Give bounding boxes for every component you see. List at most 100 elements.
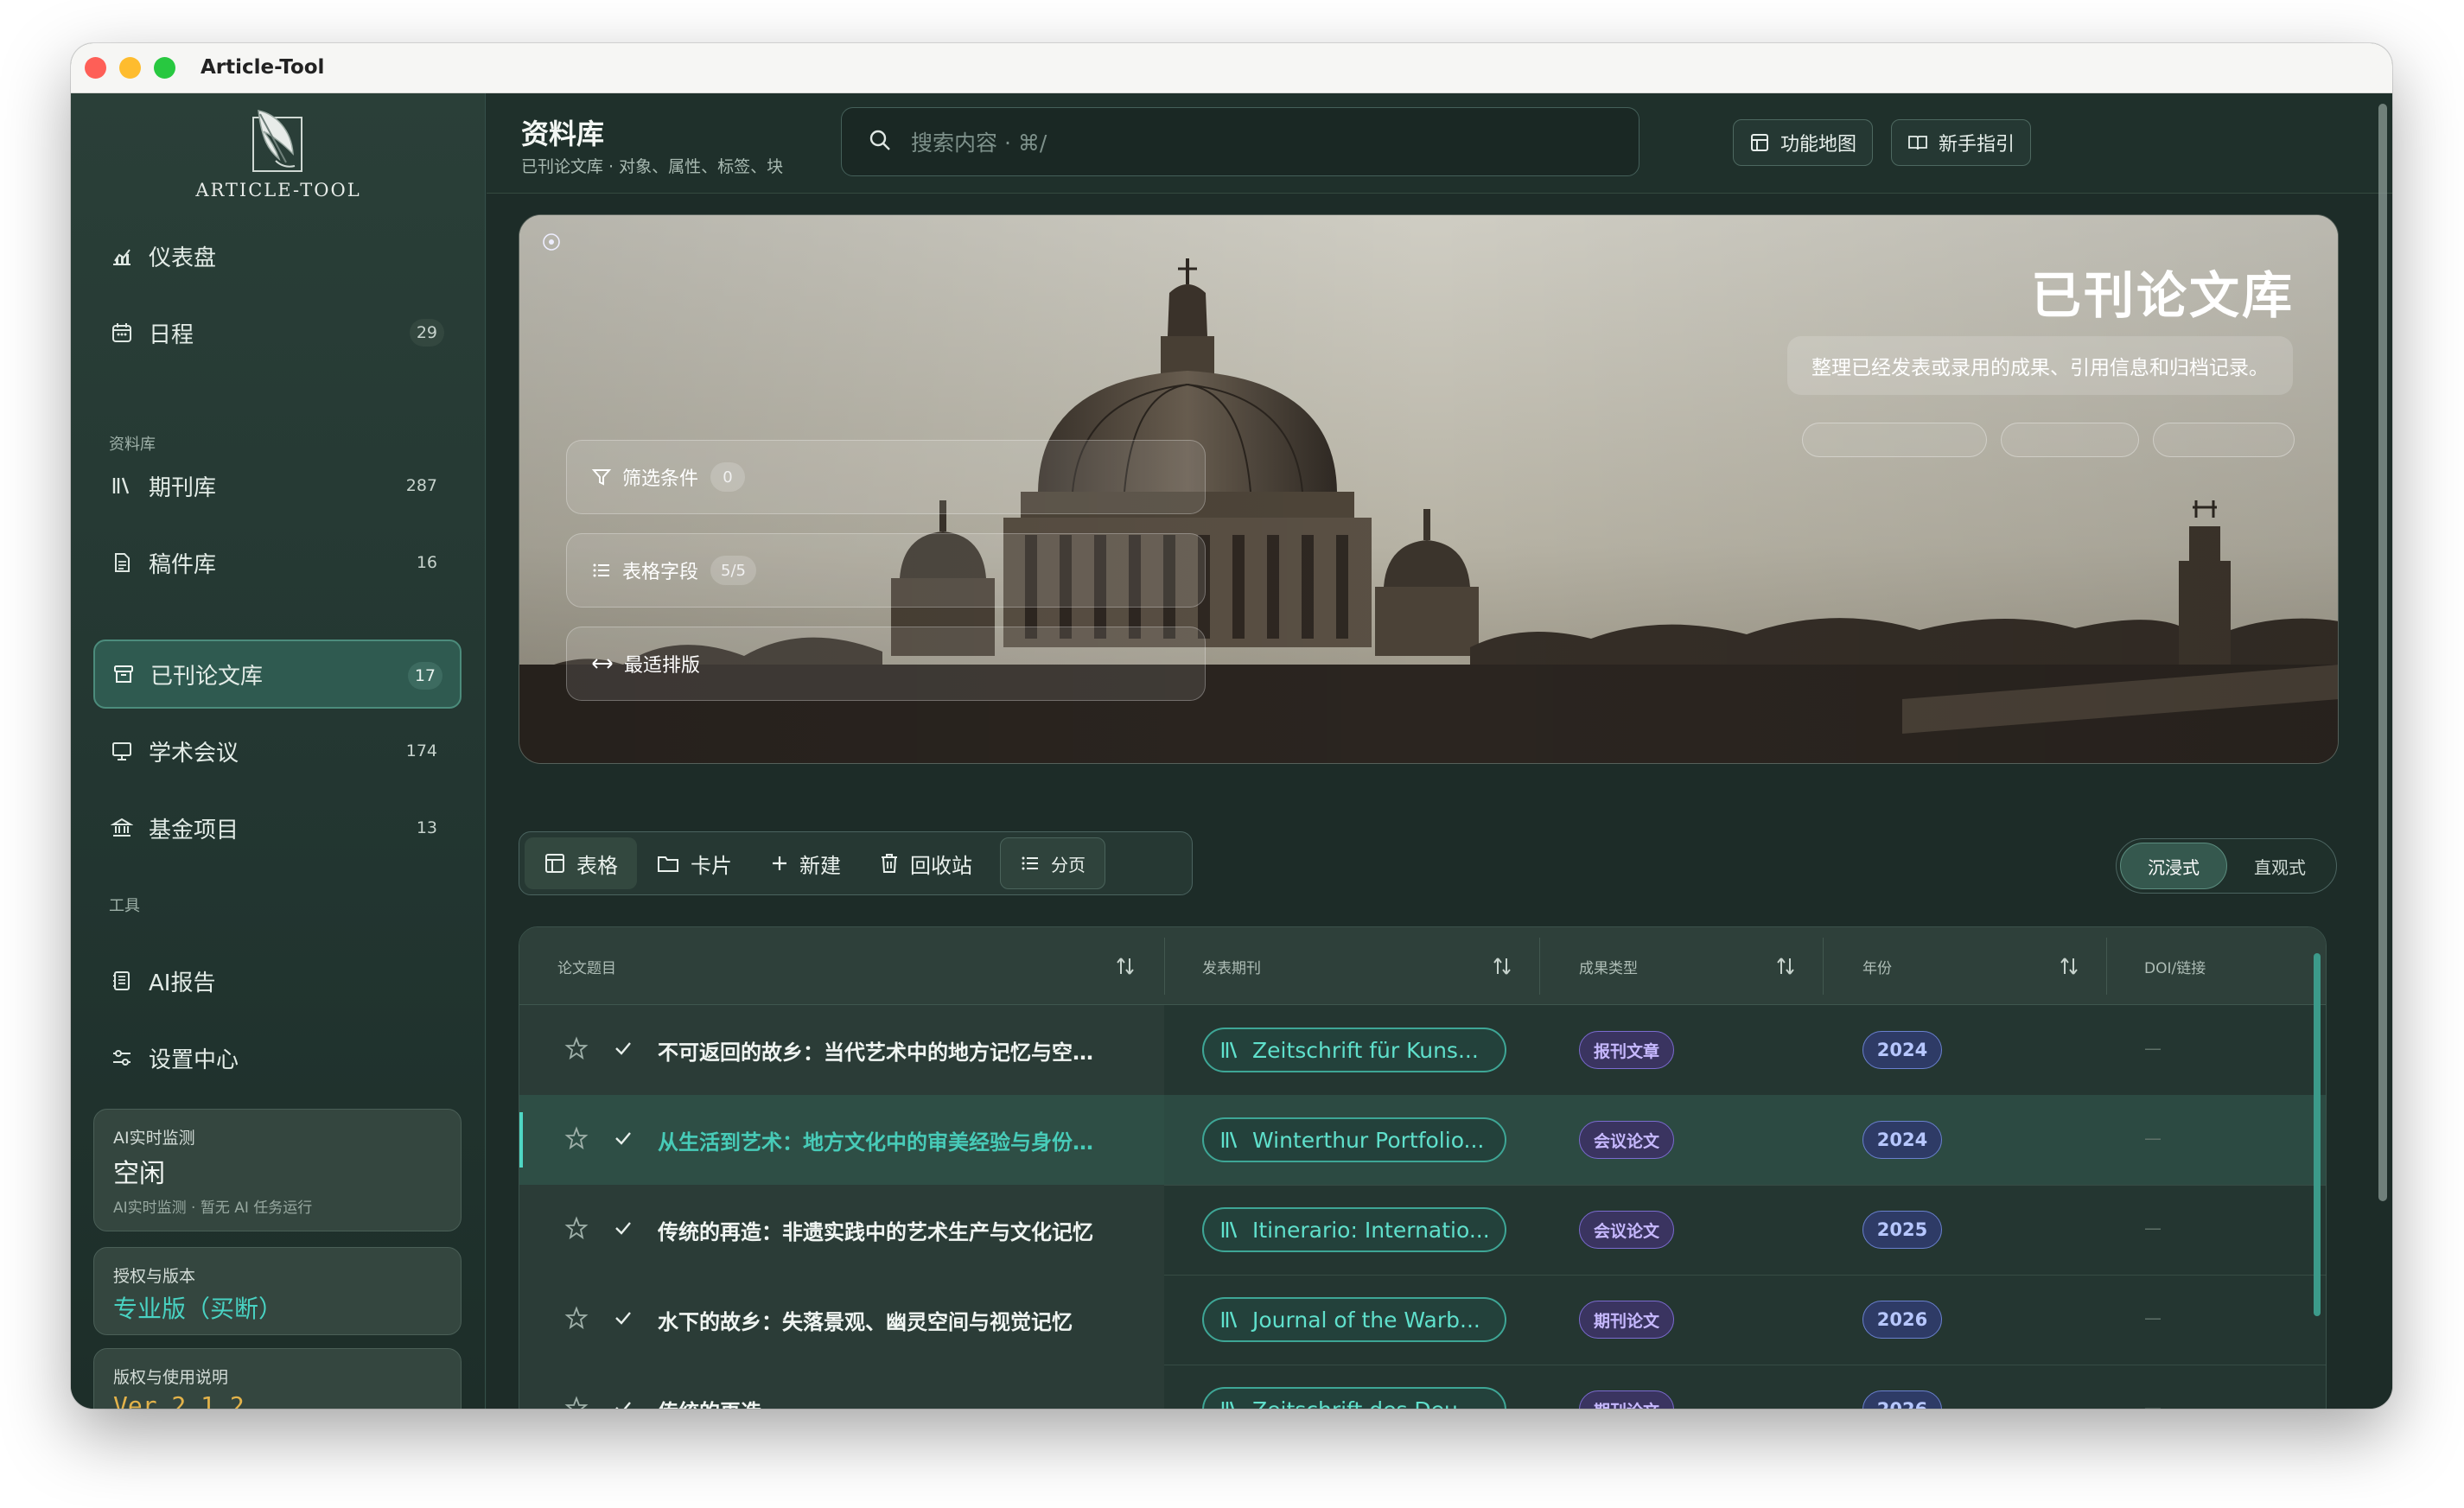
column-label: 成果类型 (1579, 959, 1638, 977)
doi-link[interactable]: — (2144, 1308, 2162, 1328)
version-card[interactable]: 版权与使用说明 Ver 2.1.2 (93, 1348, 462, 1409)
trash-button[interactable]: 回收站 (860, 837, 991, 889)
sort-icon[interactable] (2058, 955, 2080, 982)
pagination-toggle[interactable]: 分页 (1000, 837, 1105, 889)
journal-icon (1219, 1219, 1240, 1240)
star-icon[interactable] (564, 1126, 589, 1154)
title-bar: Article-Tool (71, 43, 2392, 93)
paper-title[interactable]: 传统的再造 (658, 1365, 761, 1409)
sidebar-item-dashboard[interactable]: 仪表盘 (93, 221, 462, 290)
column-header-journal[interactable]: 发表期刊 (1202, 927, 1539, 1005)
doi-link[interactable]: — (2144, 1218, 2162, 1238)
feature-map-button[interactable]: 功能地图 (1733, 119, 1874, 166)
table-row[interactable]: 传统的再造 Zeitschrift des Deu... 期刊论文 2026 — (519, 1365, 2326, 1409)
search-placeholder: 搜索内容 · ⌘/ (911, 130, 1047, 156)
table-fields-button[interactable]: 表格字段 5/5 (566, 533, 1206, 608)
minimize-window-button[interactable] (119, 57, 141, 79)
check-icon[interactable] (613, 1128, 634, 1152)
journal-tag[interactable]: Zeitschrift für Kuns... (1202, 1028, 1506, 1072)
top-bar: 资料库 已刊论文库 · 对象、属性、标签、块 搜索内容 · ⌘/ 功能地图 新手… (487, 93, 2392, 194)
new-label: 新建 (799, 853, 841, 878)
license-card[interactable]: 授权与版本 专业版（买断） (93, 1247, 462, 1335)
list-icon (591, 560, 612, 581)
sidebar-item-label: 学术会议 (149, 740, 239, 767)
fields-count: 5/5 (710, 556, 756, 585)
check-icon[interactable] (613, 1397, 634, 1409)
count-badge: 17 (407, 662, 443, 690)
check-icon[interactable] (613, 1038, 634, 1062)
year-badge: 2025 (1862, 1211, 1942, 1249)
folder-icon (656, 852, 680, 875)
maximize-window-button[interactable] (154, 57, 175, 79)
star-icon[interactable] (564, 1216, 589, 1244)
filter-conditions-button[interactable]: 筛选条件 0 (566, 440, 1206, 514)
bank-icon (109, 815, 135, 841)
star-icon[interactable] (564, 1306, 589, 1333)
beginner-guide-button[interactable]: 新手指引 (1891, 119, 2032, 166)
journal-name: Itinerario: Internatio... (1252, 1217, 1490, 1243)
sidebar-item-schedule[interactable]: 日程 29 (93, 298, 462, 367)
journal-tag[interactable]: Journal of the Warb... (1202, 1297, 1506, 1342)
check-icon[interactable] (613, 1218, 634, 1242)
sidebar-item-label: 基金项目 (149, 817, 239, 843)
sort-icon[interactable] (1114, 955, 1136, 982)
doi-link[interactable]: — (2144, 1128, 2162, 1148)
paper-title[interactable]: 传统的再造：非遗实践中的艺术生产与文化记忆 (658, 1185, 1093, 1275)
doi-link[interactable]: — (2144, 1397, 2162, 1409)
table-row[interactable]: 不可返回的故乡：当代艺术中的地方记忆与空… Zeitschrift für Kun… (519, 1005, 2326, 1096)
feather-logo-icon (252, 110, 302, 172)
hero-chip (1802, 423, 1987, 457)
fullscreen-icon[interactable] (540, 231, 563, 253)
check-icon[interactable] (613, 1308, 634, 1332)
column-header-type[interactable]: 成果类型 (1579, 927, 1823, 1005)
filter-label: 筛选条件 (622, 468, 699, 490)
table-scrollbar[interactable] (2314, 953, 2321, 1316)
archive-icon (111, 661, 137, 687)
sidebar-item-label: 仪表盘 (149, 245, 217, 271)
monitor-status: 空闲 (113, 1159, 165, 1189)
new-button[interactable]: 新建 (751, 837, 860, 889)
window-scrollbar[interactable] (2378, 104, 2387, 1201)
beginner-guide-label: 新手指引 (1939, 134, 2015, 156)
star-icon[interactable] (564, 1396, 589, 1409)
journal-tag[interactable]: Itinerario: Internatio... (1202, 1207, 1506, 1252)
sidebar-item-funding[interactable]: 基金项目 13 (93, 793, 462, 862)
ai-monitor-card[interactable]: AI实时监测 空闲 AI实时监测 · 暂无 AI 任务运行 (93, 1109, 462, 1231)
column-header-title[interactable]: 论文题目 (557, 927, 1162, 1005)
sidebar-item-conferences[interactable]: 学术会议 174 (93, 716, 462, 786)
immersive-mode-button[interactable]: 沉浸式 (2120, 843, 2227, 889)
direct-mode-button[interactable]: 直观式 (2227, 843, 2333, 889)
paper-title[interactable]: 不可返回的故乡：当代艺术中的地方记忆与空… (658, 1005, 1093, 1095)
table-view-button[interactable]: 表格 (525, 837, 637, 889)
version-title: 版权与使用说明 (113, 1368, 229, 1387)
column-header-doi[interactable]: DOI/链接 (2144, 927, 2317, 1005)
journal-tag[interactable]: Winterthur Portfolio... (1202, 1117, 1506, 1162)
paper-title[interactable]: 从生活到艺术：地方文化中的审美经验与身份… (658, 1095, 1093, 1185)
sort-icon[interactable] (1774, 955, 1797, 982)
sidebar-item-ai-report[interactable]: AI报告 (93, 946, 462, 1015)
book-icon (1907, 132, 1928, 153)
main-area: 资料库 已刊论文库 · 对象、属性、标签、块 搜索内容 · ⌘/ 功能地图 新手… (487, 93, 2392, 1409)
best-layout-button[interactable]: 最适排版 (566, 627, 1206, 701)
close-window-button[interactable] (85, 57, 106, 79)
sidebar-item-manuscripts[interactable]: 稿件库 16 (93, 528, 462, 597)
column-header-year[interactable]: 年份 (1862, 927, 2106, 1005)
search-input[interactable]: 搜索内容 · ⌘/ (841, 107, 1639, 176)
sidebar-item-journals[interactable]: 期刊库 287 (93, 451, 462, 520)
sidebar-item-label: 日程 (149, 321, 194, 348)
paper-title[interactable]: 水下的故乡：失落景观、幽灵空间与视觉记忆 (658, 1275, 1073, 1365)
table-row[interactable]: 水下的故乡：失落景观、幽灵空间与视觉记忆 Journal of the Warb.… (519, 1275, 2326, 1365)
star-icon[interactable] (564, 1036, 589, 1064)
sidebar-item-settings[interactable]: 设置中心 (93, 1023, 462, 1092)
output-type-badge: 期刊论文 (1579, 1301, 1675, 1339)
journal-tag[interactable]: Zeitschrift des Deu... (1202, 1387, 1506, 1409)
page-subtitle: 已刊论文库 · 对象、属性、标签、块 (521, 157, 784, 176)
table-row[interactable]: 传统的再造：非遗实践中的艺术生产与文化记忆 Itinerario: Interna… (519, 1185, 2326, 1276)
sidebar-item-published-papers[interactable]: 已刊论文库 17 (93, 639, 462, 709)
card-view-button[interactable]: 卡片 (637, 837, 751, 889)
doi-link[interactable]: — (2144, 1038, 2162, 1059)
column-label: 论文题目 (557, 959, 616, 977)
sort-icon[interactable] (1491, 955, 1513, 982)
table-row[interactable]: 从生活到艺术：地方文化中的审美经验与身份… Winterthur Portfoli… (519, 1095, 2326, 1186)
year-badge: 2024 (1862, 1121, 1942, 1159)
